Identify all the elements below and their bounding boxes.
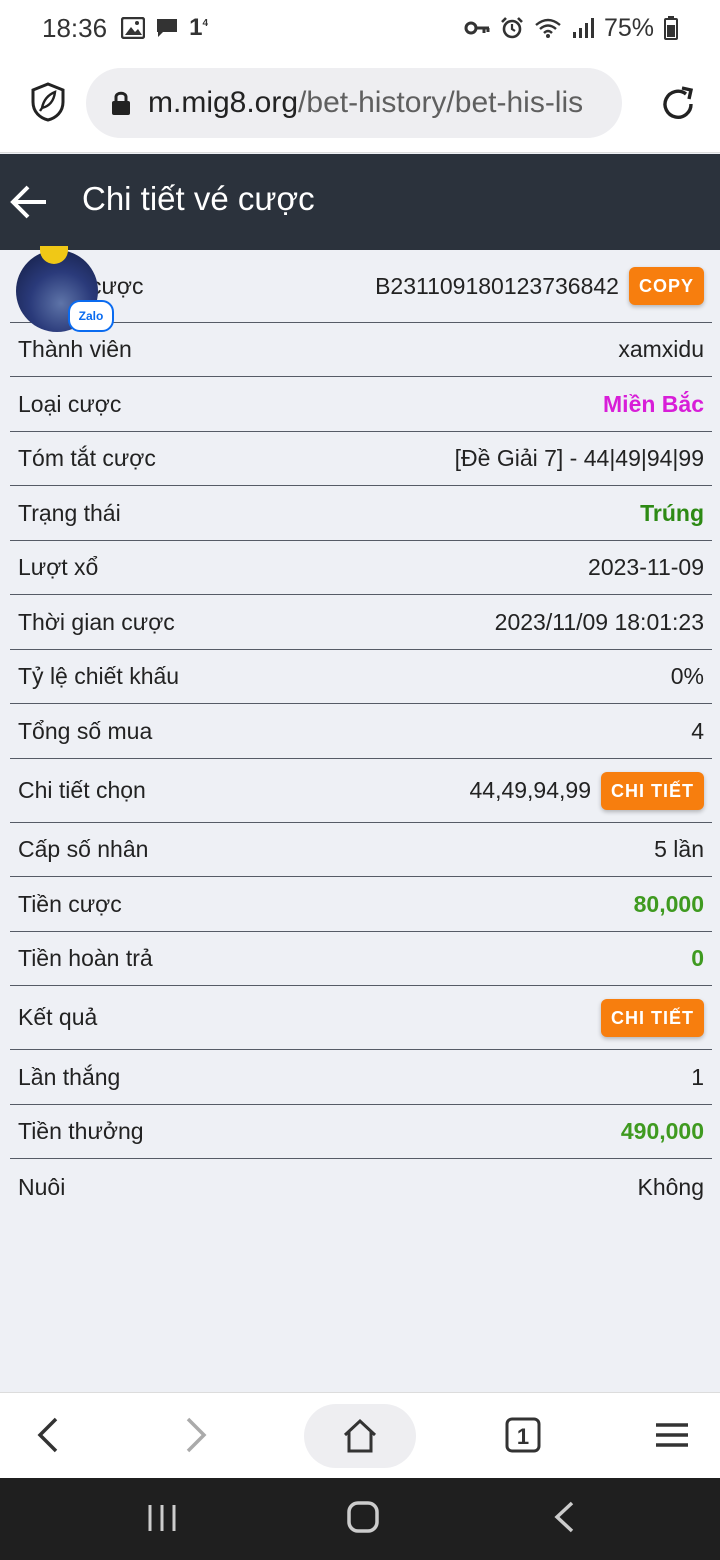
status-badge: Trúng xyxy=(640,499,704,526)
result-detail-button[interactable]: CHI TIẾT xyxy=(601,998,704,1037)
key-icon xyxy=(464,21,490,35)
row-value: Không xyxy=(637,1173,704,1200)
tabs-icon[interactable]: 1 xyxy=(505,1417,541,1453)
row-value: 44,49,94,99 CHI TIẾT xyxy=(469,771,704,810)
row-total-purchase: Tổng số mua 4 xyxy=(10,704,712,759)
row-member: Thành viên xamxidu xyxy=(10,323,712,377)
row-refund: Tiền hoàn trả 0 xyxy=(10,932,712,986)
browser-bottom-nav: 1 xyxy=(0,1392,720,1478)
page-header: Chi tiết vé cược xyxy=(0,154,720,250)
row-discount: Tỷ lệ chiết khấu 0% xyxy=(10,650,712,704)
svg-text:1: 1 xyxy=(517,1424,529,1449)
zalo-badge: Zalo xyxy=(68,300,114,332)
system-back-icon[interactable] xyxy=(552,1500,576,1534)
row-value: 1 xyxy=(691,1063,704,1090)
row-prize: Tiền thưởng 490,000 xyxy=(10,1105,712,1159)
copy-button[interactable]: COPY xyxy=(628,267,704,305)
bet-detail-list: cược B231109180123736842 COPY Thành viên … xyxy=(10,250,712,1215)
page-title: Chi tiết vé cược xyxy=(82,180,315,217)
moon-graphic xyxy=(40,246,68,264)
row-value: 2023/11/09 18:01:23 xyxy=(494,608,704,635)
address-field[interactable]: m.mig8.org/bet-history/bet-his-lis xyxy=(86,68,622,138)
row-selection-detail: Chi tiết chọn 44,49,94,99 CHI TIẾT xyxy=(10,759,712,823)
row-label: Kết quả xyxy=(18,1004,98,1030)
message-icon xyxy=(157,19,178,37)
menu-icon[interactable] xyxy=(654,1421,690,1449)
status-time: 18:36 xyxy=(42,12,108,43)
system-nav-bar xyxy=(0,1478,720,1560)
recent-apps-icon[interactable] xyxy=(146,1502,178,1534)
row-label: Chi tiết chọn xyxy=(18,777,146,803)
row-bet-type: Loại cược Miền Bắc xyxy=(10,377,712,432)
row-multiplier: Cấp số nhân 5 lần xyxy=(10,823,712,877)
row-label: Tiền cược xyxy=(18,890,122,917)
row-label: Lần thắng xyxy=(18,1063,121,1090)
row-label: Tiền hoàn trả xyxy=(18,945,153,971)
row-win-count: Lần thắng 1 xyxy=(10,1050,712,1105)
lock-icon xyxy=(112,91,130,115)
row-result: Kết quả CHI TIẾT xyxy=(10,986,712,1050)
row-value: xamxidu xyxy=(618,336,704,362)
row-value: 4 xyxy=(691,717,704,744)
status-bar: 18:36 14 75% xyxy=(0,0,720,56)
home-button[interactable] xyxy=(304,1404,416,1468)
row-bet-summary: Tóm tắt cược [Đề Giải 7] - 44|49|94|99 xyxy=(10,432,712,486)
row-label: Tóm tắt cược xyxy=(18,445,156,471)
browser-url-bar: m.mig8.org/bet-history/bet-his-lis xyxy=(0,56,720,153)
row-label: Tỷ lệ chiết khấu xyxy=(18,663,180,689)
row-label: Tổng số mua xyxy=(18,717,153,744)
signal-icon xyxy=(572,18,594,38)
alarm-icon xyxy=(501,17,523,39)
row-bet-time: Thời gian cược 2023/11/09 18:01:23 xyxy=(10,595,712,650)
row-value: 2023-11-09 xyxy=(588,554,704,580)
row-label: Loại cược xyxy=(18,390,122,417)
gallery-icon xyxy=(121,17,146,39)
back-arrow-icon[interactable] xyxy=(8,182,50,222)
row-bet-amount: Tiền cược 80,000 xyxy=(10,877,712,932)
system-home-icon[interactable] xyxy=(346,1500,380,1534)
row-value: 490,000 xyxy=(620,1118,704,1144)
row-value: B231109180123736842 COPY xyxy=(375,267,704,305)
notification-count: 14 xyxy=(189,14,208,41)
row-value: CHI TIẾT xyxy=(601,998,704,1037)
row-value: 5 lần xyxy=(654,836,704,862)
selection-detail-button[interactable]: CHI TIẾT xyxy=(601,771,704,810)
row-status: Trạng thái Trúng xyxy=(10,486,712,541)
zalo-chat-head[interactable]: Zalo xyxy=(16,246,114,332)
url-text: m.mig8.org/bet-history/bet-his-lis xyxy=(148,86,584,119)
row-value: Miền Bắc xyxy=(603,390,704,417)
battery-percent: 75% xyxy=(603,13,654,42)
row-label: Tiền thưởng xyxy=(18,1118,144,1144)
battery-icon xyxy=(664,16,678,40)
shield-icon[interactable] xyxy=(30,82,66,122)
row-label: Thời gian cược xyxy=(18,608,175,635)
row-value: 0 xyxy=(691,945,704,971)
row-draw: Lượt xổ 2023-11-09 xyxy=(10,541,712,595)
reload-icon[interactable] xyxy=(658,84,698,124)
home-icon xyxy=(343,1418,377,1453)
wifi-icon xyxy=(535,18,561,38)
row-value: 0% xyxy=(670,663,704,689)
row-label: Trạng thái xyxy=(18,499,121,526)
row-label: Thành viên xyxy=(18,336,132,362)
row-bet-code: cược B231109180123736842 COPY xyxy=(10,250,712,323)
row-value: [Đề Giải 7] - 44|49|94|99 xyxy=(454,445,704,471)
row-label: Cấp số nhân xyxy=(18,836,149,862)
browser-forward-icon[interactable] xyxy=(182,1413,210,1457)
row-label: Lượt xổ xyxy=(18,554,99,580)
row-label: Nuôi xyxy=(18,1173,66,1200)
browser-back-icon[interactable] xyxy=(34,1413,62,1457)
row-nuoi: Nuôi Không xyxy=(10,1159,712,1215)
row-value: 80,000 xyxy=(633,890,704,917)
